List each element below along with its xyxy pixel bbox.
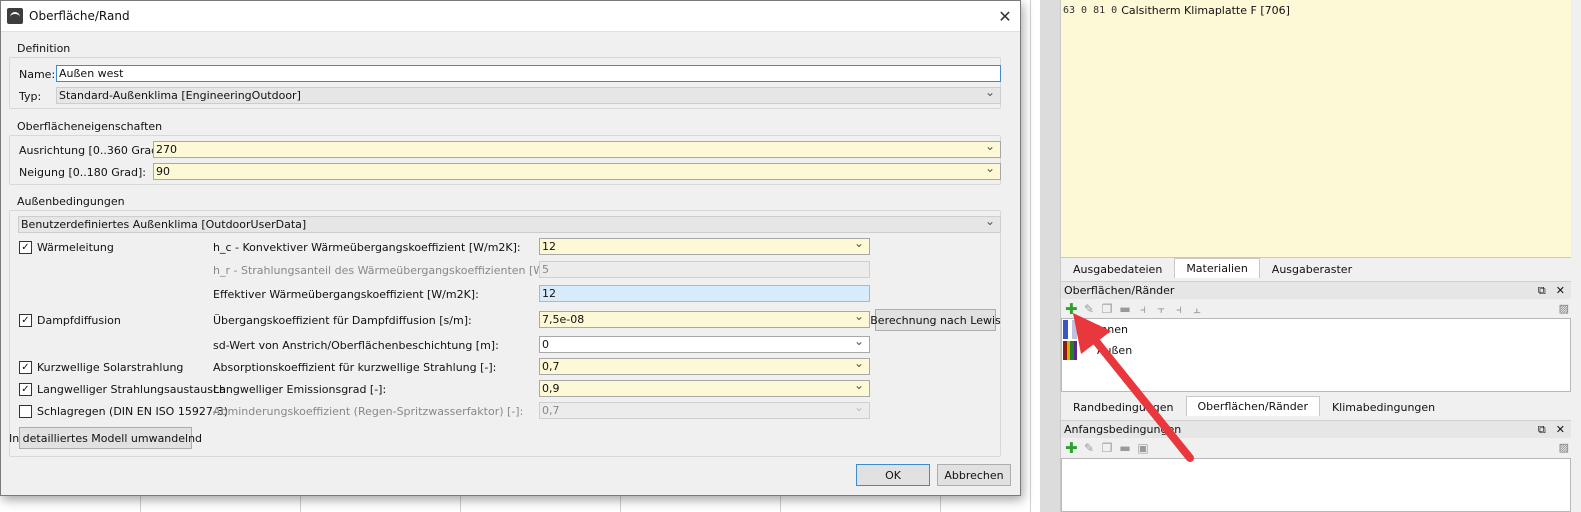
type-label: Typ: (19, 90, 42, 103)
initial-dock-title: Anfangsbedingungen (1064, 423, 1182, 436)
checkbox-checked-icon: ✓ (19, 241, 32, 254)
orientation-field[interactable]: 270 (153, 139, 1001, 158)
tab-materialien[interactable]: Materialien (1174, 258, 1260, 278)
ok-button[interactable]: OK (856, 464, 930, 486)
surfaces-dock-title: Oberflächen/Ränder (1064, 284, 1175, 297)
settings-icon[interactable]: ▨ (1559, 302, 1569, 315)
align-bottom-icon[interactable]: ⫠ (1191, 302, 1203, 317)
copy-icon[interactable]: ❐ (1101, 441, 1113, 455)
initial-toolbar: ✚ ✎ ❐ ▬ ▣ (1065, 439, 1149, 457)
remove-icon[interactable]: ▬ (1119, 302, 1131, 316)
surfaces-toolbar: ✚ ✎ ❐ ▬ ⫞ ⫟ ⫞ ⫠ (1065, 300, 1203, 318)
bottom-tab-bar: Randbedingungen Oberflächen/Ränder Klima… (1061, 396, 1447, 416)
checkbox-unchecked-icon (19, 405, 32, 418)
tab-ausgaberaster[interactable]: Ausgaberaster (1260, 260, 1364, 278)
driving-rain-checkbox[interactable]: Schlagregen (DIN EN ISO 15927-3) (19, 405, 228, 418)
hc-label: h_c - Konvektiver Wärmeübergangskoeffizi… (213, 241, 521, 254)
surfaces-dock-header: Oberflächen/Ränder ⧉ ✕ (1061, 281, 1571, 299)
absorption-field[interactable]: 0,7 (539, 356, 870, 375)
orientation-label: Ausrichtung [0..360 Grad]: (19, 144, 167, 157)
emission-label: Langwelliger Emissionsgrad [-]: (213, 383, 387, 396)
type-select[interactable]: Standard-Außenklima [EngineeringOutdoor] (56, 85, 1001, 104)
edit-icon[interactable]: ✎ (1083, 302, 1095, 316)
outdoor-group-title: Außenbedingungen (17, 195, 125, 208)
vapor-diffusion-checkbox[interactable]: ✓ Dampfdiffusion (19, 314, 121, 327)
close-icon[interactable]: ✕ (990, 7, 1020, 26)
list-item[interactable]: Innen (1062, 319, 1570, 340)
inclination-label: Neigung [0..180 Grad]: (19, 166, 146, 179)
heat-conduction-checkbox[interactable]: ✓ Wärmeleitung (19, 241, 114, 254)
float-icon[interactable]: ⧉ (1538, 284, 1546, 298)
copy-icon[interactable]: ❐ (1101, 302, 1113, 316)
tab-randbedingungen[interactable]: Randbedingungen (1061, 398, 1186, 416)
vapor-coef-label: Übergangskoeffizient für Dampfdiffusion … (213, 314, 472, 327)
surfaces-list[interactable]: Innen Außen (1061, 318, 1571, 392)
name-field[interactable]: Außen west (56, 65, 1001, 82)
align-right-icon[interactable]: ⫞ (1173, 302, 1185, 317)
surface-name: Innen (1097, 323, 1128, 336)
convert-detailed-model-button[interactable]: In detailliertes Modell umwandelnd (9, 427, 202, 449)
tab-oberflaechen-raender[interactable]: Oberflächen/Ränder (1185, 396, 1320, 416)
initial-conditions-list[interactable] (1061, 458, 1571, 512)
solar-radiation-checkbox[interactable]: ✓ Kurzwellige Solarstrahlung (19, 361, 183, 374)
material-row-numbers: 63 0 81 0 (1063, 4, 1118, 16)
dialog-title: Oberfläche/Rand (29, 9, 130, 23)
hc-field[interactable]: 12 (539, 236, 870, 255)
surface-boundary-dialog: Oberfläche/Rand ✕ Definition Name: Außen… (0, 0, 1021, 496)
material-row-name: Calsitherm Klimaplatte F [706] (1121, 3, 1290, 17)
align-top-icon[interactable]: ⫟ (1155, 302, 1167, 317)
float-icon[interactable]: ⧉ (1538, 423, 1546, 437)
add-icon[interactable]: ✚ (1065, 300, 1078, 318)
emission-field[interactable]: 0,9 (539, 378, 870, 397)
sd-value-field[interactable]: 0 (539, 334, 870, 353)
image-icon[interactable]: ▣ (1137, 441, 1149, 455)
sd-value-label: sd-Wert von Anstrich/Oberflächenbeschich… (213, 339, 499, 352)
cancel-button[interactable]: Abbrechen (937, 464, 1011, 486)
absorption-label: Absorptionskoeffizient für kurzwellige S… (213, 361, 497, 374)
lewis-calculation-button[interactable]: Berechnung nach Lewis (870, 309, 1001, 331)
close-icon[interactable]: ✕ (1556, 423, 1565, 437)
close-icon[interactable]: ✕ (1556, 284, 1565, 298)
initial-conditions-dock-header: Anfangsbedingungen ⧉ ✕ (1061, 420, 1571, 438)
grid-line (1030, 0, 1031, 512)
checkbox-checked-icon: ✓ (19, 361, 32, 374)
checkbox-checked-icon: ✓ (19, 314, 32, 327)
hr-field: 5 (539, 261, 870, 278)
hr-label: h_r - Strahlungsanteil des Wärmeübergang… (213, 264, 581, 277)
surface-group-title: Oberflächeneigenschaften (17, 120, 163, 133)
tab-ausgabedateien[interactable]: Ausgabedateien (1061, 260, 1174, 278)
checkbox-checked-icon: ✓ (19, 383, 32, 396)
effective-coef-field: 12 (539, 285, 870, 302)
app-logo-icon (7, 8, 23, 24)
color-swatch (1063, 341, 1077, 360)
dialog-titlebar[interactable]: Oberfläche/Rand ✕ (1, 1, 1020, 32)
definition-group-title: Definition (17, 42, 71, 55)
top-tab-bar: Ausgabedateien Materialien Ausgaberaster (1061, 258, 1364, 278)
rain-coef-field: 0,7 (539, 400, 870, 419)
effective-coef-label: Effektiver Wärmeübergangskoeffizient [W/… (213, 288, 479, 301)
settings-icon[interactable]: ▨ (1559, 441, 1569, 454)
surface-name: Außen (1097, 344, 1133, 357)
align-left-icon[interactable]: ⫞ (1137, 302, 1149, 317)
inclination-field[interactable]: 90 (153, 161, 1001, 180)
material-row[interactable]: 63 0 81 0 Calsitherm Klimaplatte F [706] (1063, 2, 1290, 18)
color-swatch (1063, 320, 1078, 339)
edit-icon[interactable]: ✎ (1083, 441, 1095, 455)
name-label: Name: (19, 68, 56, 81)
tab-klimabedingungen[interactable]: Klimabedingungen (1320, 398, 1447, 416)
list-item[interactable]: Außen (1062, 340, 1570, 361)
vapor-coef-field[interactable]: 7,5e-08 (539, 309, 870, 328)
splitter[interactable] (1040, 0, 1060, 512)
rain-coef-label: Abminderungskoeffizient (Regen-Spritzwas… (213, 405, 524, 418)
remove-icon[interactable]: ▬ (1119, 441, 1131, 455)
material-list[interactable]: 63 0 81 0 Calsitherm Klimaplatte F [706] (1061, 0, 1571, 258)
outdoor-climate-select[interactable]: Benutzerdefiniertes Außenklima [OutdoorU… (18, 214, 1001, 233)
add-icon[interactable]: ✚ (1065, 439, 1078, 457)
right-dock-panel: 63 0 81 0 Calsitherm Klimaplatte F [706]… (1060, 0, 1581, 512)
longwave-exchange-checkbox[interactable]: ✓ Langwelliger Strahlungsaustausch (19, 383, 226, 396)
